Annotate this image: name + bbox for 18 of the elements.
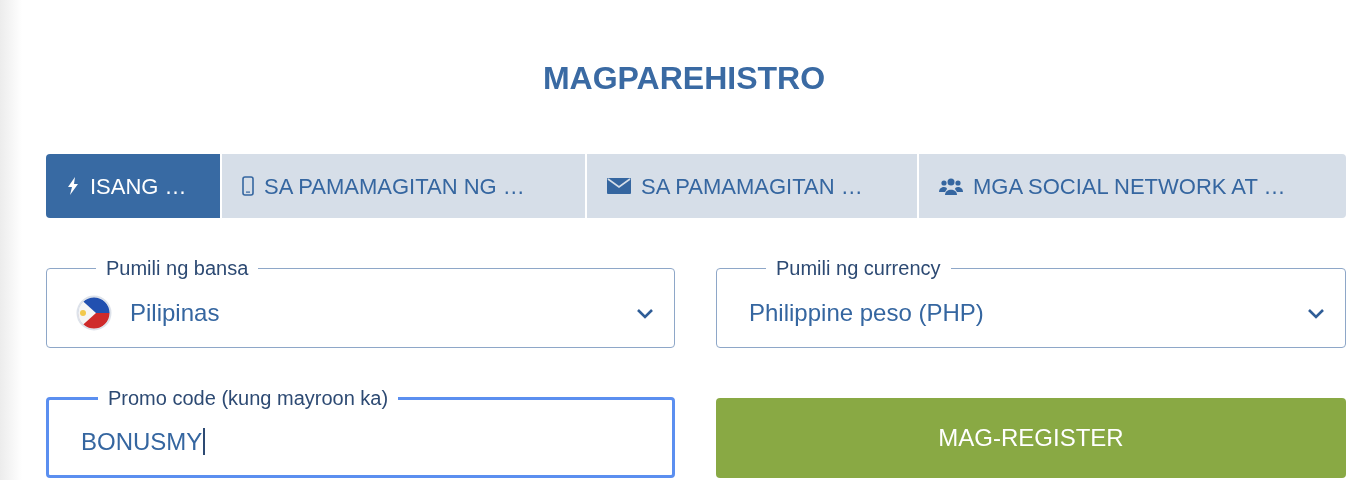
chevron-down-icon bbox=[636, 307, 654, 319]
envelope-icon bbox=[607, 178, 631, 194]
field-label: Pumili ng bansa bbox=[105, 256, 250, 281]
page-title: MAGPAREHISTRO bbox=[542, 59, 826, 98]
users-icon bbox=[939, 177, 963, 195]
tab[interactable]: SA PAMAMAGITAN NG … bbox=[222, 154, 585, 218]
lightning-icon bbox=[66, 177, 80, 195]
tab[interactable]: SA PAMAMAGITAN … bbox=[587, 154, 917, 218]
field-value: Philippine peso (PHP) bbox=[748, 298, 985, 328]
tab[interactable]: MGA SOCIAL NETWORK AT … bbox=[919, 154, 1346, 218]
chevron-down-icon bbox=[1307, 307, 1325, 319]
phone-icon bbox=[242, 176, 254, 196]
field-value: BONUSMY bbox=[78, 424, 652, 460]
flag-icon bbox=[76, 295, 112, 331]
field-label: Promo code (kung mayroon ka) bbox=[107, 386, 390, 411]
field-label: Pumili ng currency bbox=[775, 256, 942, 281]
field-value: Pilipinas bbox=[130, 298, 221, 328]
tab[interactable]: ISANG … bbox=[46, 154, 220, 218]
